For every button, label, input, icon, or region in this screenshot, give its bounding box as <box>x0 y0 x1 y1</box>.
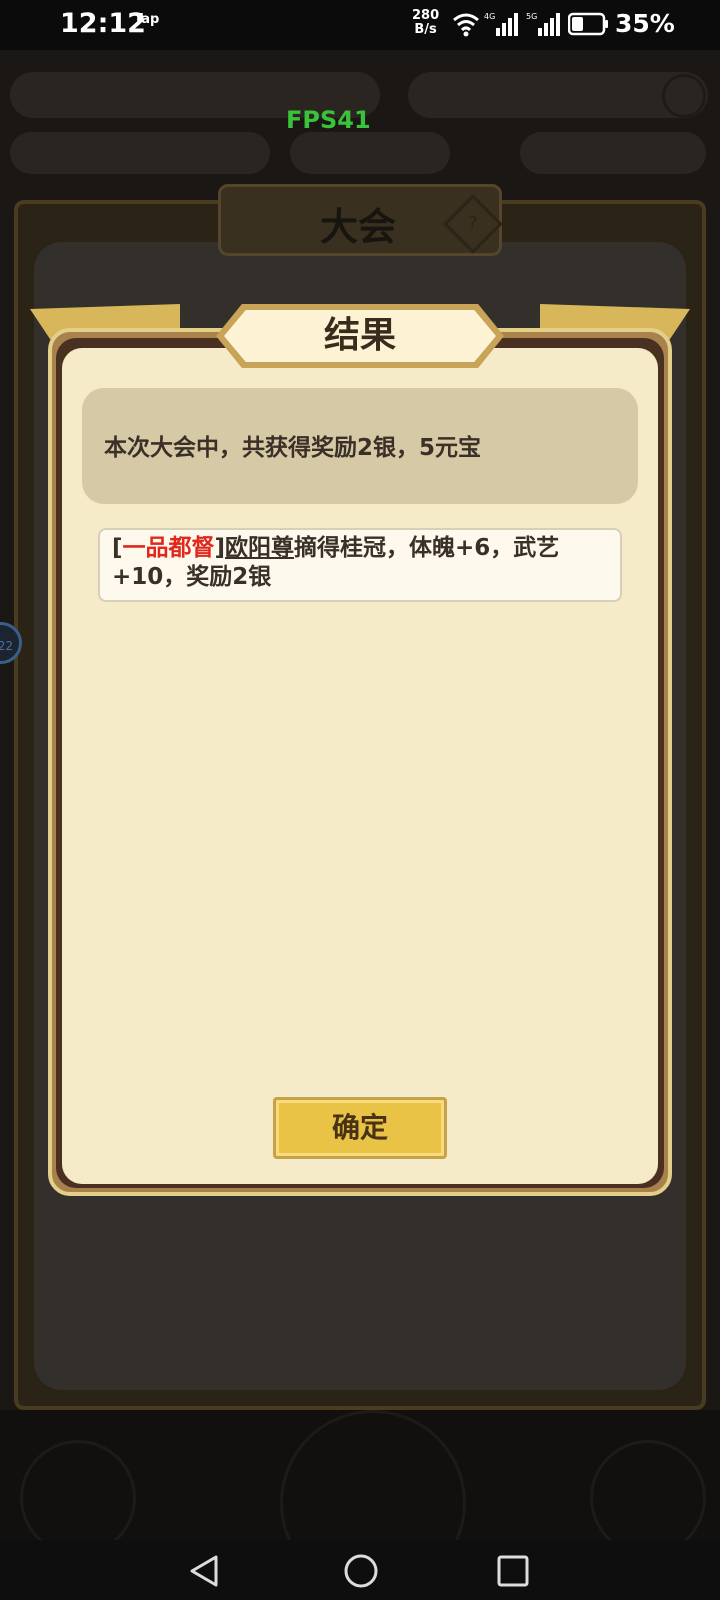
network-speed: 280 B/s <box>412 8 440 37</box>
bg-bottom-menu <box>0 1410 720 1596</box>
wifi-icon <box>453 13 479 37</box>
bg-info-bar <box>10 132 270 174</box>
battery-percent: 35% <box>615 9 675 38</box>
home-circle-icon[interactable] <box>343 1553 379 1589</box>
dialog-title-plate: 结果 <box>216 304 504 368</box>
svg-text:5G: 5G <box>526 12 537 21</box>
signal-icon: 4G <box>484 12 518 36</box>
recents-square-icon[interactable] <box>496 1554 530 1588</box>
bg-help-icon <box>662 74 706 118</box>
rank-title: 一品都督 <box>122 535 215 561</box>
reward-summary: 本次大会中，共获得奖励2银，5元宝 <box>104 435 482 461</box>
battery-icon <box>568 12 608 36</box>
result-record: [一品都督]欧阳尊摘得桂冠，体魄+6，武艺+10，奖励2银 <box>112 535 560 590</box>
bg-page-title: 大会 <box>320 205 397 249</box>
status-bar: 12:12 Tap 280 B/s 4G 5G 35% <box>0 0 720 50</box>
tap-indicator: Tap <box>134 12 160 27</box>
confirm-button[interactable]: 确定 <box>273 1097 447 1159</box>
navigation-bar <box>0 1540 720 1600</box>
bg-menu-icon <box>590 1440 706 1556</box>
back-triangle-icon[interactable] <box>188 1554 220 1588</box>
svg-text:4G: 4G <box>484 12 495 21</box>
bg-info-bar <box>520 132 706 174</box>
fps-counter: FPS41 <box>286 106 371 134</box>
confirm-button-label: 确定 <box>331 1111 388 1144</box>
bg-info-bar <box>290 132 450 174</box>
bg-menu-icon <box>20 1440 136 1556</box>
signal-icon: 5G <box>526 12 560 36</box>
hero-name-link[interactable]: 欧阳尊 <box>225 535 294 561</box>
dialog-title: 结果 <box>323 315 396 356</box>
